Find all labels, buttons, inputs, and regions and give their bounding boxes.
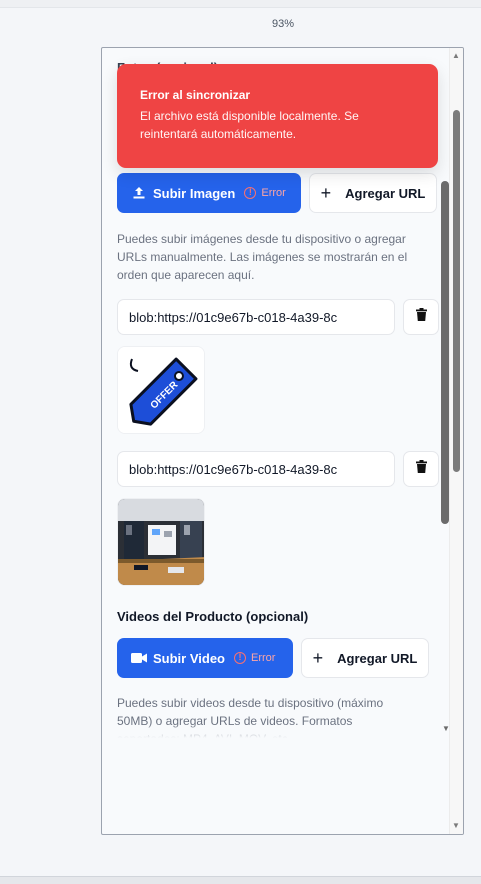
upload-video-label: Subir Video [153, 650, 225, 666]
panel-scrollbar[interactable]: ▲ ▼ [449, 48, 463, 834]
plus-icon: + [312, 647, 324, 668]
image-url-input[interactable]: blob:https://01c9e67b-c018-4a39-8c [117, 299, 395, 335]
toast-message: El archivo está disponible localmente. S… [140, 109, 359, 141]
panel-scrollbar-thumb[interactable] [453, 110, 460, 472]
trash-icon [415, 460, 427, 478]
add-video-url-button[interactable]: + Agregar URL [301, 638, 429, 678]
upload-image-label: Subir Imagen [153, 185, 236, 201]
alert-circle-icon: ! [244, 187, 257, 199]
add-image-url-button[interactable]: + Agregar URL [309, 173, 437, 213]
scroll-content[interactable]: Fotos (opcional) Subir Imagen ! Error + … [102, 48, 451, 738]
trash-icon [415, 308, 427, 326]
scroll-up-arrow[interactable]: ▲ [452, 52, 460, 60]
plus-icon: + [320, 182, 332, 203]
toast-title: Error al sincronizar [140, 88, 251, 102]
add-video-url-label: Agregar URL [337, 650, 418, 666]
upload-video-button[interactable]: Subir Video ! Error [117, 638, 293, 678]
upload-video-error: ! Error [234, 652, 275, 664]
image-url-input[interactable]: blob:https://01c9e67b-c018-4a39-8c [117, 451, 395, 487]
video-camera-icon [131, 650, 147, 666]
browser-top-strip [0, 0, 481, 8]
zoom-level: 93% [271, 18, 295, 30]
inner-scrollbar-thumb[interactable] [441, 181, 449, 524]
videos-section-title: Videos del Producto (opcional) [117, 609, 309, 624]
browser-bottom-strip [0, 876, 481, 884]
upload-icon [131, 185, 147, 201]
image-thumbnail-electronics-store [117, 498, 205, 586]
upload-image-button[interactable]: Subir Imagen ! Error [117, 173, 301, 213]
delete-image-button[interactable] [403, 451, 439, 487]
add-image-url-label: Agregar URL [345, 185, 426, 201]
content-fade [102, 724, 441, 738]
image-thumbnail-offer-tag: OFFER [117, 346, 205, 434]
images-help-text: Puedes subir imágenes desde tu dispositi… [117, 232, 408, 282]
scroll-down-arrow[interactable]: ▼ [452, 822, 460, 830]
sync-error-toast[interactable]: Error al sincronizar El archivo está dis… [117, 64, 438, 168]
form-panel: Fotos (opcional) Subir Imagen ! Error + … [101, 47, 464, 835]
upload-image-error-text: Error [261, 187, 286, 199]
alert-circle-icon: ! [234, 652, 246, 664]
upload-video-error-text: Error [251, 652, 276, 664]
upload-image-error: ! Error [244, 187, 286, 199]
delete-image-button[interactable] [403, 299, 439, 335]
